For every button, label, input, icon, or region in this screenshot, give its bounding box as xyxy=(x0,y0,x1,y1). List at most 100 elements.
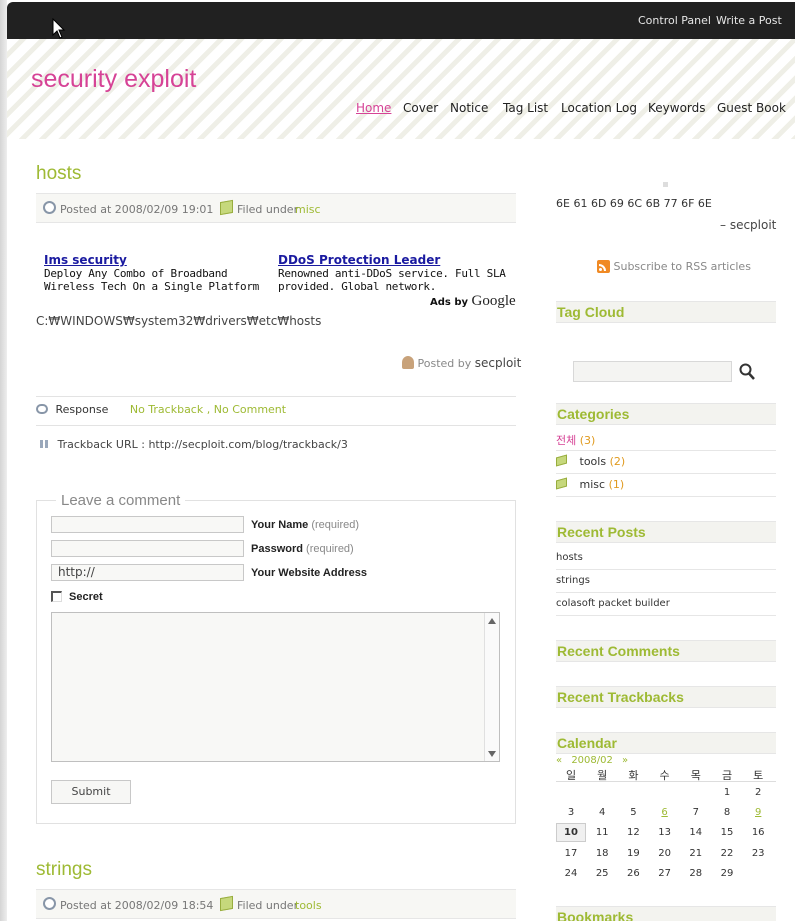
recent-posts-heading: Recent Posts xyxy=(556,521,776,543)
post-meta: Posted at 2008/02/09 19:01 Filed under m… xyxy=(36,193,516,223)
categories-heading: Categories xyxy=(556,403,776,425)
speech-bubble-icon xyxy=(36,404,48,414)
calendar-day: 17 xyxy=(564,848,578,859)
rss-subscribe-link[interactable]: Subscribe to RSS articles xyxy=(597,260,751,273)
category-link[interactable]: tools xyxy=(295,899,322,912)
folder-icon xyxy=(556,477,567,490)
rss-label: Subscribe to RSS articles xyxy=(613,260,751,273)
category-count: (1) xyxy=(608,478,625,491)
category-count: (3) xyxy=(579,434,596,447)
comment-form-legend: Leave a comment xyxy=(56,492,186,509)
secret-label: Secret xyxy=(69,591,103,603)
ad-title-1[interactable]: Ims security xyxy=(44,253,127,267)
page-shadow xyxy=(0,0,7,921)
category-item-tools[interactable]: tools (2) xyxy=(556,451,776,474)
browser-viewport: Control Panel Write a Post security expl… xyxy=(0,0,795,921)
calendar-divider xyxy=(556,781,776,782)
no-comment-link[interactable]: No Comment xyxy=(214,403,286,416)
name-input[interactable] xyxy=(51,516,244,533)
name-label-text: Your Name xyxy=(251,519,309,531)
ad-title-2[interactable]: DDoS Protection Leader xyxy=(278,253,440,267)
calendar-day: 16 xyxy=(751,827,765,838)
admin-topbar: Control Panel Write a Post xyxy=(7,2,795,39)
calendar-day: 26 xyxy=(627,868,640,879)
nav-item-notice[interactable]: Notice xyxy=(450,101,488,115)
divider xyxy=(36,396,516,397)
website-input[interactable]: http:// xyxy=(51,564,244,581)
category-item-all[interactable]: 전체 (3) xyxy=(556,428,776,451)
ad-text-1a: Deploy Any Combo of Broadband xyxy=(44,267,228,280)
category-name: misc xyxy=(579,478,606,491)
sidebar-hex-text: 6E 61 6D 69 6C 6B 77 6F 6E xyxy=(556,197,712,210)
calendar-day: 13 xyxy=(658,827,671,838)
calendar-day: 4 xyxy=(599,807,606,818)
nav-item-guest-book[interactable]: Guest Book xyxy=(717,101,786,115)
posted-by: Posted by secploit xyxy=(402,356,521,370)
calendar-prev-link[interactable]: « xyxy=(556,755,562,766)
grid-bullet-icon xyxy=(40,440,48,448)
calendar-day: 23 xyxy=(751,848,765,859)
calendar-day: 3 xyxy=(567,807,575,818)
no-trackback-link[interactable]: No Trackback xyxy=(130,403,203,416)
scroll-up-icon[interactable] xyxy=(488,618,496,624)
calendar-day: 11 xyxy=(595,827,609,838)
posted-at: Posted at 2008/02/09 18:54 xyxy=(60,899,214,912)
calendar-day-link[interactable]: 9 xyxy=(743,807,773,818)
recent-post-item[interactable]: colasoft packet builder xyxy=(556,593,776,616)
trackback-url-text: Trackback URL : http://secploit.com/blog… xyxy=(57,438,348,451)
secret-checkbox[interactable] xyxy=(51,591,62,602)
recent-post-item[interactable]: strings xyxy=(556,570,776,593)
name-label: Your Name (required) xyxy=(251,519,359,531)
search-icon[interactable] xyxy=(739,363,755,380)
nav-item-cover[interactable]: Cover xyxy=(403,101,438,115)
calendar-day: 5 xyxy=(630,807,637,818)
recent-post-item[interactable]: hosts xyxy=(556,547,776,570)
category-link[interactable]: misc xyxy=(295,203,321,216)
required-text: (required) xyxy=(306,543,354,555)
google-logo: Google xyxy=(471,293,516,309)
calendar-day: 2 xyxy=(755,787,762,798)
nav-item-tag-list[interactable]: Tag List xyxy=(503,101,548,115)
filed-under-label: Filed under xyxy=(237,899,299,912)
calendar-month: 2008/02 xyxy=(571,755,613,766)
password-input[interactable] xyxy=(51,540,244,557)
sidebar-signature: – secploit xyxy=(720,218,777,232)
category-box-icon xyxy=(220,199,233,216)
textarea-scrollbar[interactable] xyxy=(484,613,499,761)
posted-at: Posted at 2008/02/09 19:01 xyxy=(60,203,214,216)
nav-item-location-log[interactable]: Location Log xyxy=(561,101,637,115)
clock-icon xyxy=(43,201,56,214)
post-title-hosts[interactable]: hosts xyxy=(36,163,81,185)
category-item-misc[interactable]: misc (1) xyxy=(556,474,776,497)
calendar-day: 20 xyxy=(658,848,671,859)
ads-by-label[interactable]: Ads by Google xyxy=(430,293,516,310)
calendar-next-link[interactable]: » xyxy=(622,755,628,766)
filed-under-label: Filed under xyxy=(237,203,299,216)
calendar-day: 15 xyxy=(720,827,734,838)
nav-item-home[interactable]: Home xyxy=(356,101,391,115)
password-label: Password (required) xyxy=(251,543,354,555)
author-avatar-icon xyxy=(402,356,414,369)
divider xyxy=(36,425,516,426)
ads-by-text: Ads by xyxy=(430,297,469,308)
ad-text-1b: Wireless Tech On a Single Platform xyxy=(44,280,259,293)
bookmarks-heading: Bookmarks xyxy=(556,906,776,921)
password-label-text: Password xyxy=(251,543,303,555)
comment-textarea[interactable] xyxy=(51,612,500,762)
blog-title[interactable]: security exploit xyxy=(31,65,196,94)
rss-icon xyxy=(597,260,610,273)
nav-item-keywords[interactable]: Keywords xyxy=(648,101,706,115)
author-name[interactable]: secploit xyxy=(475,356,522,370)
calendar-day: 27 xyxy=(658,868,671,879)
control-panel-link[interactable]: Control Panel xyxy=(638,14,711,27)
scroll-down-icon[interactable] xyxy=(488,751,496,757)
recent-trackbacks-heading: Recent Trackbacks xyxy=(556,686,776,708)
write-post-link[interactable]: Write a Post xyxy=(716,14,782,27)
small-image-placeholder xyxy=(663,182,668,187)
post-title-strings[interactable]: strings xyxy=(36,859,92,881)
calendar-day: 24 xyxy=(564,868,578,879)
calendar-day-link[interactable]: 6 xyxy=(650,807,680,818)
submit-button[interactable]: Submit xyxy=(51,780,131,804)
calendar-day: 12 xyxy=(627,827,640,838)
search-input[interactable] xyxy=(573,361,732,382)
